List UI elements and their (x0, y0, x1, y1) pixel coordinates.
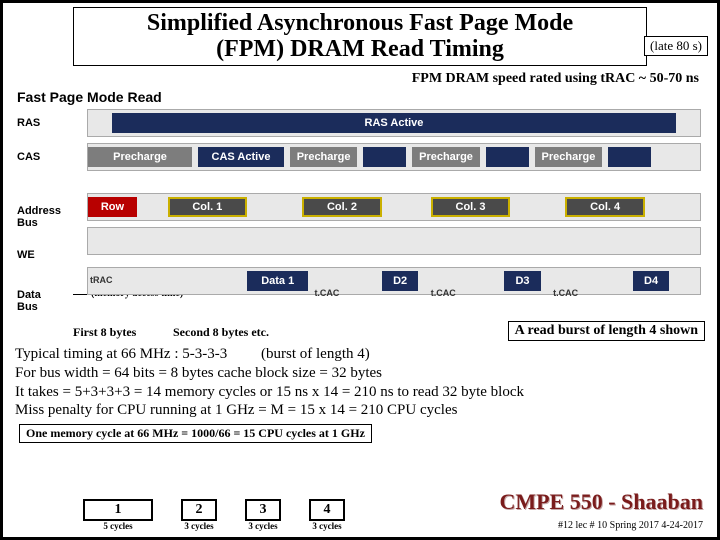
col2-seg: Col. 2 (302, 197, 382, 217)
second8-label: Second 8 bytes etc. (173, 325, 269, 340)
ras-track: RAS Active (87, 109, 701, 137)
label-addr: Address Bus (17, 205, 61, 229)
tcac-label-2: t.CAC (431, 288, 456, 298)
timing-diagram: Fast Page Mode Read RAS CAS Address Bus … (11, 89, 709, 329)
diagram-heading: Fast Page Mode Read (17, 89, 162, 105)
body-l2: For bus width = 64 bits = 8 bytes cache … (15, 364, 705, 383)
course-label: CMPE 550 - Shaaban (499, 489, 703, 515)
body-l1: Typical timing at 66 MHz : 5-3-3-3 (burs… (15, 345, 705, 364)
one-mem-box: One memory cycle at 66 MHz = 1000/66 = 1… (19, 424, 372, 443)
cycle-4: 4 3 cycles (309, 499, 345, 531)
cycle-3: 3 3 cycles (245, 499, 281, 531)
footer-slide: #12 lec # 10 Spring 2017 4-24-2017 (558, 520, 703, 531)
data1-seg: Data 1 (247, 271, 308, 291)
body-text: Typical timing at 66 MHz : 5-3-3-3 (burs… (15, 345, 705, 445)
slide-frame: Simplified Asynchronous Fast Page Mode (… (0, 0, 720, 540)
precharge-seg-3: Precharge (412, 147, 479, 167)
title-line2: (FPM) DRAM Read Timing (78, 36, 642, 62)
late-note: (late 80 s) (644, 36, 708, 56)
col3-seg: Col. 3 (431, 197, 511, 217)
cycle-box-2: 2 (181, 499, 217, 521)
row-seg: Row (88, 197, 137, 217)
body-l1a: Typical timing at 66 MHz : 5-3-3-3 (15, 346, 227, 362)
body-l1b: (burst of length 4) (261, 346, 370, 362)
body-l3: It takes = 5+3+3+3 = 14 memory cycles or… (15, 383, 705, 402)
title-box: Simplified Asynchronous Fast Page Mode (… (73, 7, 647, 66)
data-track: tRAC Data 1 t.CAC D2 t.CAC D3 t.CAC D4 (87, 267, 701, 295)
label-ras: RAS (17, 117, 40, 129)
addr-track: Row Col. 1 Col. 2 Col. 3 Col. 4 (87, 193, 701, 221)
label-cas: CAS (17, 151, 40, 163)
col1-seg: Col. 1 (168, 197, 248, 217)
cas-seg-3 (486, 147, 529, 167)
tracks: RAS Active Precharge CAS Active Precharg… (87, 109, 701, 329)
cycle-1: 1 5 cycles (83, 499, 153, 531)
precharge-seg-4: Precharge (535, 147, 602, 167)
cas-active-seg: CAS Active (198, 147, 284, 167)
data2-seg: D2 (382, 271, 419, 291)
cas-track: Precharge CAS Active Precharge Precharge… (87, 143, 701, 171)
burst-box: A read burst of length 4 shown (508, 321, 705, 341)
cas-seg-4 (608, 147, 651, 167)
we-track (87, 227, 701, 255)
trac-label: tRAC (90, 275, 113, 285)
cycle-sub-4: 3 cycles (309, 521, 345, 531)
cycle-2: 2 3 cycles (181, 499, 217, 531)
precharge-seg: Precharge (88, 147, 192, 167)
speed-note: FPM DRAM speed rated using tRAC ~ 50-70 … (3, 71, 699, 87)
col4-seg: Col. 4 (565, 197, 645, 217)
first8-label: First 8 bytes (73, 325, 136, 340)
cycle-sub-2: 3 cycles (181, 521, 217, 531)
label-we: WE (17, 249, 35, 261)
cycle-sub-3: 3 cycles (245, 521, 281, 531)
tcac-label-1: t.CAC (314, 288, 339, 298)
cycle-box-4: 4 (309, 499, 345, 521)
data3-seg: D3 (504, 271, 541, 291)
tcac-label-3: t.CAC (553, 288, 578, 298)
cycle-sub-1: 5 cycles (83, 521, 153, 531)
label-data: Data Bus (17, 289, 41, 313)
cycle-box-1: 1 (83, 499, 153, 521)
title-line1: Simplified Asynchronous Fast Page Mode (78, 10, 642, 36)
body-l4: Miss penalty for CPU running at 1 GHz = … (15, 401, 705, 420)
cycle-box-3: 3 (245, 499, 281, 521)
cycle-row: 1 5 cycles 2 3 cycles 3 3 cycles 4 3 cyc… (83, 499, 345, 531)
precharge-seg-2: Precharge (290, 147, 357, 167)
ras-active-seg: RAS Active (112, 113, 675, 133)
cas-seg-2 (363, 147, 406, 167)
data4-seg: D4 (633, 271, 670, 291)
